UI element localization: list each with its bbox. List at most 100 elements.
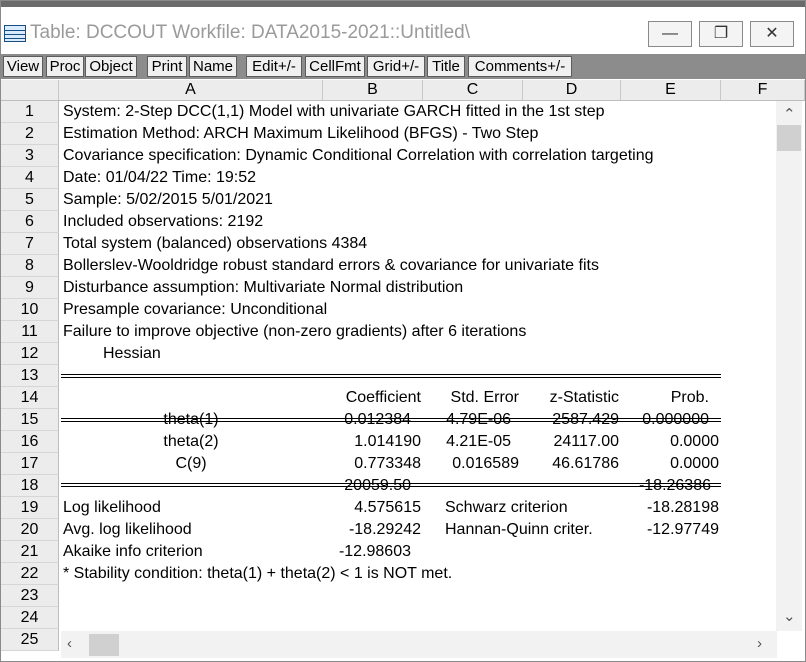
row-header[interactable]: 8 [1, 255, 59, 277]
view-button[interactable]: View [3, 56, 43, 77]
row-header[interactable]: 17 [1, 453, 59, 475]
row-header[interactable]: 23 [1, 585, 59, 607]
prob-header[interactable]: Prob. [621, 387, 709, 409]
hannan-quinn-label[interactable]: Hannan-Quinn criter. [445, 519, 593, 541]
covariance-spec-line[interactable]: Covariance specification: Dynamic Condit… [63, 145, 654, 167]
schwarz-value[interactable]: -18.28198 [621, 497, 719, 519]
row-header[interactable]: 19 [1, 497, 59, 519]
coef-value[interactable]: 1.014190 [323, 431, 421, 453]
akaike-label[interactable]: Akaike info criterion [63, 541, 203, 563]
row-header[interactable]: 20 [1, 519, 59, 541]
horizontal-scrollbar[interactable] [61, 631, 777, 658]
avg-log-likelihood-label[interactable]: Avg. log likelihood [63, 519, 192, 541]
row-header[interactable]: 4 [1, 167, 59, 189]
included-obs-line[interactable]: Included observations: 2192 [63, 211, 263, 233]
se-value[interactable]: 4.79E-06 [423, 409, 511, 431]
z-value[interactable]: 46.61786 [523, 453, 619, 475]
title-button[interactable]: Title [427, 56, 465, 77]
log-likelihood-value[interactable]: 4.575615 [323, 497, 421, 519]
title-bar[interactable]: Table: DCCOUT Workfile: DATA2015-2021::U… [1, 1, 805, 51]
failure-line[interactable]: Failure to improve objective (non-zero g… [63, 321, 526, 343]
row-header[interactable]: 3 [1, 145, 59, 167]
presample-line[interactable]: Presample covariance: Unconditional [63, 299, 327, 321]
vertical-scroll-thumb[interactable] [777, 125, 801, 151]
scroll-right-icon[interactable]: › [757, 635, 762, 652]
row-header[interactable]: 22 [1, 563, 59, 585]
robust-se-line[interactable]: Bollerslev-Wooldridge robust standard er… [63, 255, 599, 277]
hannan-quinn-value[interactable]: -12.97749 [621, 519, 719, 541]
rule-line [61, 483, 721, 484]
row-header[interactable]: 25 [1, 629, 59, 651]
schwarz-label[interactable]: Schwarz criterion [445, 497, 568, 519]
row-header[interactable]: 14 [1, 387, 59, 409]
param-name[interactable]: theta(1) [63, 409, 319, 431]
table-icon [4, 25, 26, 42]
vertical-scrollbar[interactable] [776, 101, 802, 631]
avg-log-likelihood-value[interactable]: -18.29242 [323, 519, 421, 541]
column-header-b[interactable]: B [323, 80, 423, 100]
row-header[interactable]: 7 [1, 233, 59, 255]
row-header[interactable]: 2 [1, 123, 59, 145]
print-button[interactable]: Print [147, 56, 187, 77]
date-line[interactable]: Date: 01/04/22 Time: 19:52 [63, 167, 256, 189]
z-value[interactable]: 2587.429 [523, 409, 619, 431]
row-header[interactable]: 11 [1, 321, 59, 343]
z-value[interactable]: 24117.00 [523, 431, 619, 453]
row-header[interactable]: 1 [1, 101, 59, 123]
row-header[interactable]: 24 [1, 607, 59, 629]
akaike-value[interactable]: -12.98603 [323, 541, 411, 563]
column-header-d[interactable]: D [523, 80, 621, 100]
cellfmt-button[interactable]: CellFmt [305, 56, 365, 77]
p-value[interactable]: 0.0000 [621, 431, 719, 453]
column-header-c[interactable]: C [423, 80, 523, 100]
disturbance-line[interactable]: Disturbance assumption: Multivariate Nor… [63, 277, 463, 299]
se-value[interactable]: 0.016589 [423, 453, 519, 475]
row-header[interactable]: 21 [1, 541, 59, 563]
row-header[interactable]: 12 [1, 343, 59, 365]
sample-line[interactable]: Sample: 5/02/2015 5/01/2021 [63, 189, 273, 211]
total-obs-line[interactable]: Total system (balanced) observations 438… [63, 233, 367, 255]
coefficient-header[interactable]: Coefficient [323, 387, 421, 409]
column-header-f[interactable]: F [721, 80, 805, 100]
hessian-line[interactable]: Hessian [103, 343, 161, 365]
z-statistic-header[interactable]: z-Statistic [523, 387, 619, 409]
se-value[interactable]: 4.21E-05 [423, 431, 511, 453]
row-header[interactable]: 9 [1, 277, 59, 299]
comments-button[interactable]: Comments+/- [468, 56, 572, 77]
stability-note[interactable]: * Stability condition: theta(1) + theta(… [63, 563, 452, 585]
column-header-e[interactable]: E [621, 80, 721, 100]
grid-button[interactable]: Grid+/- [367, 56, 425, 77]
close-button[interactable]: ✕ [750, 21, 794, 47]
toolbar: View Proc Object Print Name Edit+/- Cell… [1, 54, 805, 79]
row-header[interactable]: 6 [1, 211, 59, 233]
param-name[interactable]: theta(2) [63, 431, 319, 453]
scroll-left-icon[interactable]: ‹ [67, 635, 72, 652]
scroll-down-icon[interactable]: ⌄ [783, 607, 796, 625]
param-name[interactable]: C(9) [63, 453, 319, 475]
p-value[interactable]: 0.0000 [621, 453, 719, 475]
coef-value[interactable]: 0.012384 [323, 409, 411, 431]
row-header[interactable]: 10 [1, 299, 59, 321]
column-header-a[interactable]: A [59, 80, 323, 100]
system-line[interactable]: System: 2-Step DCC(1,1) Model with univa… [63, 101, 605, 123]
object-button[interactable]: Object [85, 56, 137, 77]
row-header[interactable]: 16 [1, 431, 59, 453]
edit-button[interactable]: Edit+/- [246, 56, 302, 77]
estimation-method-line[interactable]: Estimation Method: ARCH Maximum Likeliho… [63, 123, 538, 145]
row-header[interactable]: 5 [1, 189, 59, 211]
name-button[interactable]: Name [189, 56, 237, 77]
column-headers: A B C D E F [1, 80, 805, 101]
std-error-header[interactable]: Std. Error [423, 387, 519, 409]
row-header[interactable]: 15 [1, 409, 59, 431]
row-header[interactable]: 18 [1, 475, 59, 497]
corner-cell[interactable] [1, 80, 59, 100]
coef-value[interactable]: 0.773348 [323, 453, 421, 475]
horizontal-scroll-thumb[interactable] [89, 634, 119, 656]
minimize-button[interactable]: — [648, 21, 692, 47]
log-likelihood-label[interactable]: Log likelihood [63, 497, 161, 519]
scroll-up-icon[interactable]: ⌃ [783, 105, 796, 123]
restore-button[interactable]: ❐ [699, 21, 743, 47]
p-value[interactable]: 0.000000 [621, 409, 709, 431]
row-header[interactable]: 13 [1, 365, 59, 387]
proc-button[interactable]: Proc [46, 56, 84, 77]
